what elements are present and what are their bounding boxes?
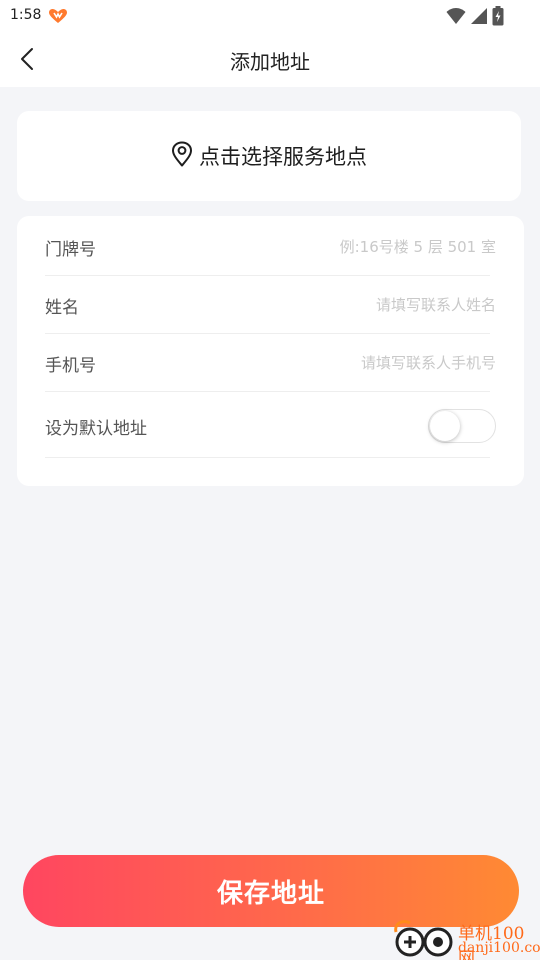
phone-row: 手机号 bbox=[45, 334, 496, 392]
location-label: 点击选择服务地点 bbox=[199, 145, 367, 169]
phone-label: 手机号 bbox=[45, 355, 96, 376]
contact-name-row: 姓名 bbox=[45, 276, 496, 334]
status-indicators bbox=[446, 6, 504, 30]
address-form: 门牌号 姓名 手机号 设为默认地址 bbox=[17, 216, 524, 486]
phone-input[interactable] bbox=[256, 354, 496, 372]
watermark-logo-icon bbox=[394, 920, 453, 957]
signal-icon bbox=[470, 7, 488, 29]
save-address-button[interactable]: 保存地址 bbox=[23, 855, 519, 927]
door-number-label: 门牌号 bbox=[45, 239, 96, 260]
door-number-input[interactable] bbox=[256, 238, 496, 256]
battery-icon bbox=[492, 6, 504, 30]
contact-name-label: 姓名 bbox=[45, 297, 79, 318]
location-content: 点击选择服务地点 bbox=[171, 141, 367, 171]
default-address-toggle[interactable] bbox=[428, 409, 496, 443]
status-time: 1:58 bbox=[10, 7, 42, 23]
watermark: 单机100网 danji100.com bbox=[390, 918, 540, 960]
status-bar: 1:58 bbox=[0, 0, 540, 32]
contact-name-input[interactable] bbox=[256, 296, 496, 314]
app-header: 添加地址 bbox=[0, 32, 540, 87]
default-address-row: 设为默认地址 bbox=[45, 394, 496, 458]
divider bbox=[45, 457, 490, 458]
app-notification-icon bbox=[48, 8, 68, 28]
page-title: 添加地址 bbox=[230, 50, 310, 74]
default-address-label: 设为默认地址 bbox=[45, 418, 147, 439]
location-pin-icon bbox=[171, 141, 193, 171]
wifi-icon bbox=[446, 7, 466, 29]
select-location-button[interactable]: 点击选择服务地点 bbox=[17, 111, 521, 201]
toggle-knob bbox=[430, 411, 460, 441]
watermark-url: danji100.com bbox=[458, 940, 540, 956]
divider bbox=[45, 391, 490, 392]
door-number-row: 门牌号 bbox=[45, 218, 496, 276]
